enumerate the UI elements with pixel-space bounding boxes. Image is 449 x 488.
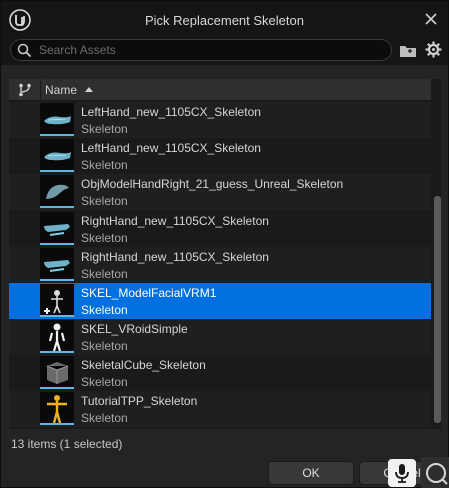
asset-type-branch-icon	[19, 83, 31, 97]
asset-type: Skeleton	[81, 411, 128, 425]
list-item[interactable]: LeftHand_new_1105CX_Skeleton Skeleton	[9, 138, 431, 174]
asset-name: SkeletalCube_Skeleton	[81, 358, 206, 372]
asset-type: Skeleton	[81, 267, 128, 281]
close-icon[interactable]	[423, 11, 439, 27]
asset-type: Skeleton	[81, 158, 128, 172]
list-item[interactable]: RightHand_new_1105CX_Skeleton Skeleton	[9, 247, 431, 283]
asset-type: Skeleton	[81, 122, 128, 136]
item-count-status: 13 items (1 selected)	[11, 437, 123, 451]
asset-type: Skeleton	[81, 231, 128, 245]
search-row	[1, 39, 448, 65]
asset-thumbnail	[40, 392, 74, 425]
asset-name: TutorialTPP_Skeleton	[81, 394, 198, 408]
search-icon	[17, 43, 32, 58]
asset-thumbnail	[40, 175, 74, 208]
asset-thumbnail	[40, 356, 74, 389]
list-header: Name	[9, 79, 431, 101]
list-item[interactable]: RightHand_new_1105CX_Skeleton Skeleton	[9, 211, 431, 247]
asset-name: LeftHand_new_1105CX_Skeleton	[81, 141, 261, 155]
asset-name: SKEL_VRoidSimple	[81, 322, 188, 336]
dialog-title: Pick Replacement Skeleton	[145, 13, 304, 28]
microphone-icon[interactable]	[388, 459, 416, 487]
list-item[interactable]: ObjModelHandRight_21_guess_Unreal_Skelet…	[9, 174, 431, 210]
asset-thumbnail	[40, 248, 74, 281]
gear-icon[interactable]	[425, 41, 442, 58]
sort-ascending-icon	[85, 87, 93, 92]
name-column-header[interactable]: Name	[42, 79, 431, 101]
name-column-label: Name	[45, 83, 78, 97]
asset-thumbnail	[40, 103, 74, 136]
type-column-header[interactable]	[9, 79, 41, 101]
asset-name: SKEL_ModelFacialVRM1	[81, 286, 217, 300]
list-item[interactable]: SkeletalCube_Skeleton Skeleton	[9, 355, 431, 391]
asset-type: Skeleton	[81, 339, 128, 353]
asset-name: RightHand_new_1105CX_Skeleton	[81, 250, 269, 264]
list-item[interactable]: SKEL_VRoidSimple Skeleton	[9, 319, 431, 355]
list-item[interactable]: LeftHand_new_1105CX_Skeleton Skeleton	[9, 102, 431, 138]
asset-thumbnail	[40, 139, 74, 172]
asset-name: RightHand_new_1105CX_Skeleton	[81, 214, 269, 228]
vertical-scrollbar[interactable]	[434, 79, 441, 429]
asset-type: Skeleton	[81, 194, 128, 208]
list-item[interactable]: SKEL_ModelFacialVRM1 Skeleton	[9, 283, 431, 319]
list-item[interactable]: TutorialTPP_Skeleton Skeleton	[9, 391, 431, 427]
asset-list: Name LeftHand_new_1105CX_Skeleton Skeleto…	[9, 79, 441, 429]
asset-type: Skeleton	[81, 303, 128, 317]
asset-thumbnail	[40, 320, 74, 353]
title-bar: Pick Replacement Skeleton	[1, 1, 448, 39]
scrollbar-thumb[interactable]	[434, 196, 441, 423]
asset-type: Skeleton	[81, 375, 128, 389]
asset-thumbnail	[40, 212, 74, 245]
ok-button[interactable]: OK	[268, 461, 354, 485]
search-input[interactable]	[39, 42, 379, 58]
pick-skeleton-dialog: Pick Replacement Skeleton Search Assets …	[0, 0, 449, 488]
search-box[interactable]	[10, 39, 392, 61]
asset-name: LeftHand_new_1105CX_Skeleton	[81, 105, 261, 119]
assistant-icon[interactable]	[421, 457, 449, 488]
asset-name: ObjModelHandRight_21_guess_Unreal_Skelet…	[81, 177, 344, 191]
list-rows: LeftHand_new_1105CX_Skeleton Skeleton Left…	[9, 102, 431, 429]
folder-icon[interactable]	[399, 43, 417, 59]
asset-thumbnail	[40, 284, 74, 317]
